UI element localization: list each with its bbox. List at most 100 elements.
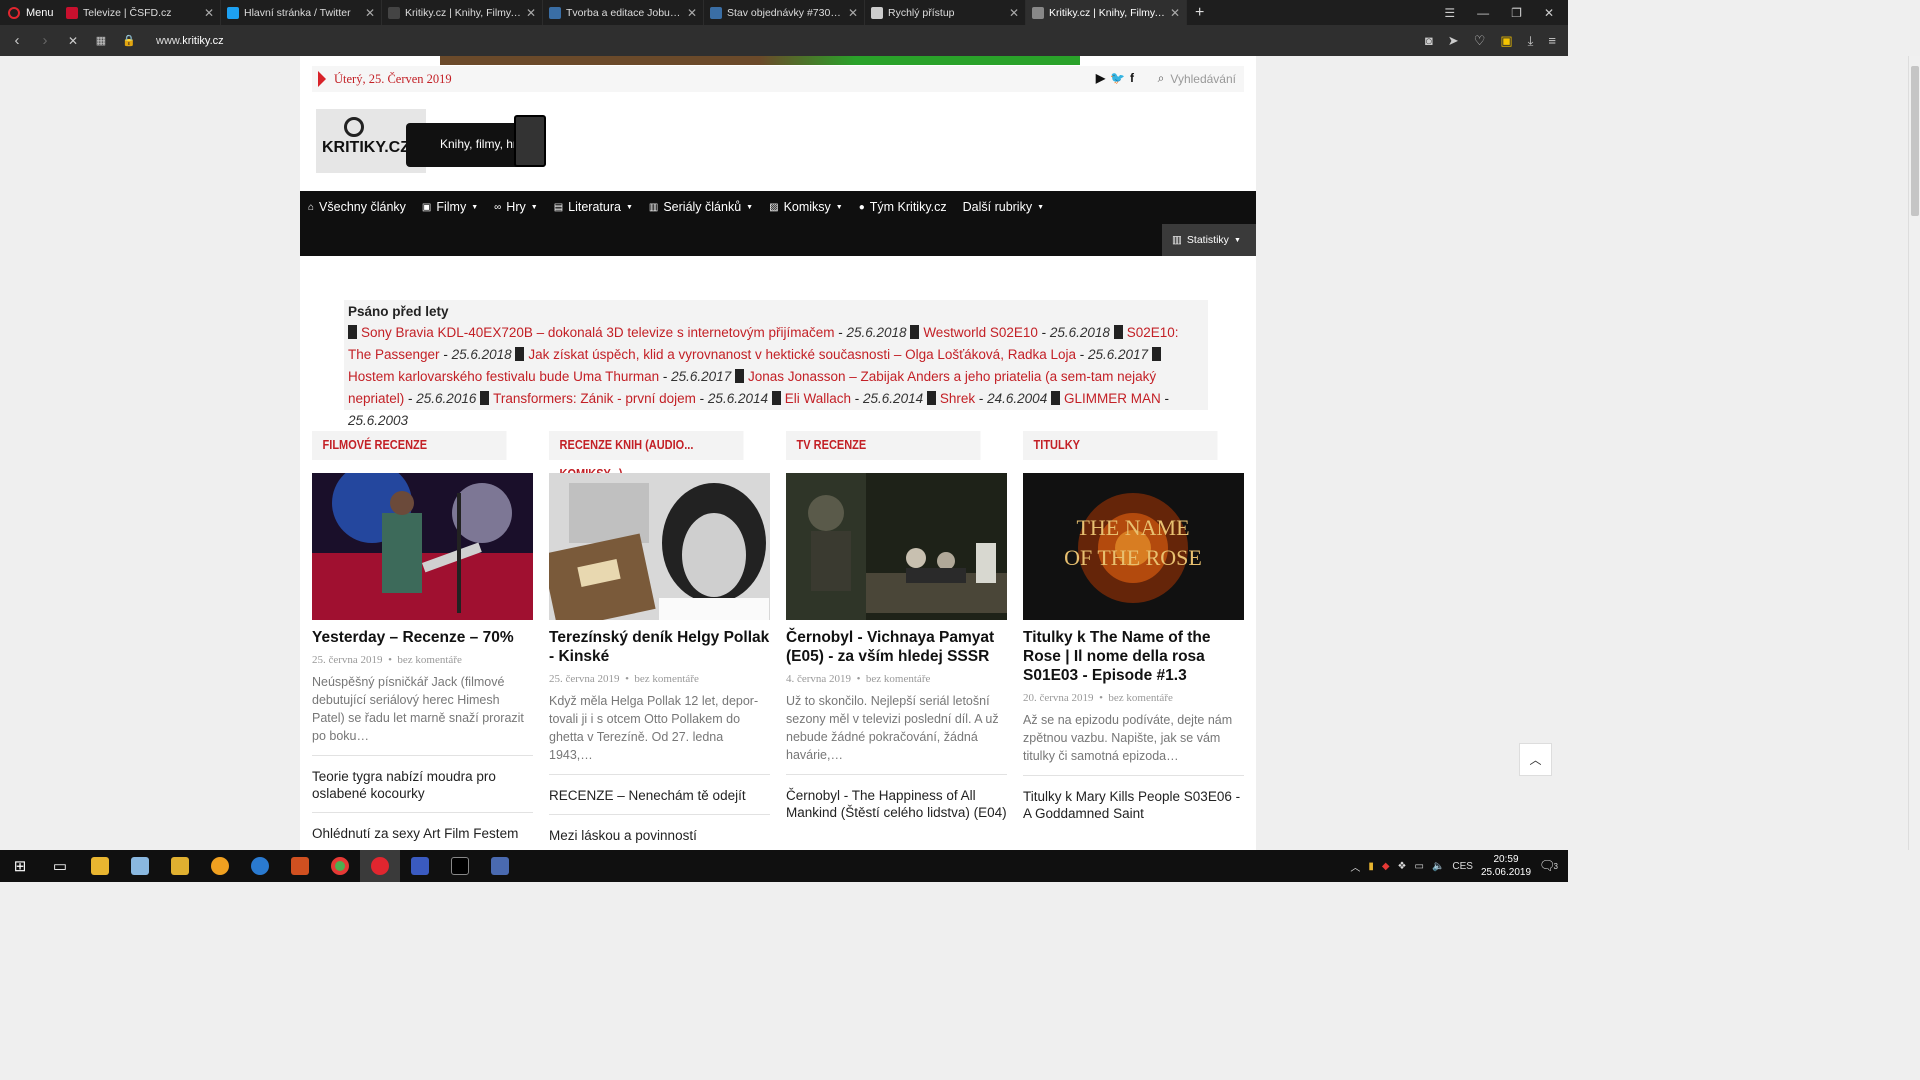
minimize-button[interactable]: — — [1477, 6, 1489, 20]
new-tab-button[interactable]: + — [1187, 4, 1212, 22]
clock[interactable]: 20:59 25.06.2019 — [1481, 853, 1531, 879]
top-banner-ad[interactable] — [440, 56, 1080, 65]
nav-item[interactable]: ● Tým Kritiky.cz — [859, 200, 947, 214]
column-heading[interactable]: Recenze knih (audio... komiksy...) — [549, 431, 744, 481]
browser-tab[interactable]: Rychlý přístup ✕ — [865, 0, 1026, 25]
site-search[interactable]: ⌕ Vyhledávání — [1158, 71, 1236, 86]
related-article[interactable]: Ohlédnutí za sexy Art Film Festem — [312, 812, 533, 842]
forward-icon[interactable]: › — [38, 32, 52, 49]
close-tab-icon[interactable]: ✕ — [848, 6, 858, 20]
psano-link[interactable]: GLIMMER MAN — [1064, 391, 1161, 406]
nav-item[interactable]: ∞ Hry ▼ — [494, 200, 538, 214]
related-article[interactable]: RECENZE – Nenechám tě odejít — [549, 774, 770, 804]
taskbar-chrome[interactable] — [320, 850, 360, 882]
article-comments[interactable]: bez komentáře — [634, 673, 698, 685]
article-thumbnail[interactable] — [549, 473, 770, 620]
article-thumbnail[interactable] — [786, 473, 1007, 620]
opera-menu-button[interactable]: Menu — [0, 0, 60, 25]
article-title[interactable]: Yesterday – Recenze – 70% — [312, 628, 533, 647]
related-article[interactable]: Černobyl - The Happiness of All Mankind … — [786, 774, 1007, 821]
browser-tab[interactable]: Stav objednávky #73013 - : ✕ — [704, 0, 865, 25]
close-window-button[interactable]: ✕ — [1544, 6, 1554, 20]
speed-dial-icon[interactable]: ▦ — [94, 34, 108, 47]
taskbar-app-tools[interactable] — [160, 850, 200, 882]
column-heading[interactable]: TV recenze — [786, 431, 981, 460]
heart-icon[interactable]: ♡ — [1474, 33, 1486, 49]
scrollbar-thumb[interactable] — [1911, 66, 1919, 216]
tray-expand-icon[interactable]: ︿ — [1350, 859, 1360, 874]
taskbar-opera[interactable] — [360, 850, 400, 882]
article-title[interactable]: Černobyl - Vichnaya Pamyat (E05) - za vš… — [786, 628, 1007, 666]
tab-menu-icon[interactable]: ☰ — [1444, 6, 1455, 20]
close-tab-icon[interactable]: ✕ — [365, 6, 375, 20]
nav-item-statistiky[interactable]: ▥ Statistiky ▼ — [1162, 224, 1256, 256]
youtube-icon[interactable]: ▶ — [1096, 71, 1105, 85]
close-tab-icon[interactable]: ✕ — [687, 6, 697, 20]
stop-loading-icon[interactable]: ✕ — [66, 34, 80, 48]
taskbar-app-blue[interactable] — [240, 850, 280, 882]
psano-link[interactable]: Shrek — [940, 391, 975, 406]
restore-button[interactable]: ❐ — [1511, 6, 1522, 20]
browser-tab[interactable]: Televize | ČSFD.cz ✕ — [60, 0, 221, 25]
download-icon[interactable]: ⤓ — [1528, 33, 1534, 49]
nav-item[interactable]: ▣ Filmy ▼ — [422, 200, 478, 214]
back-icon[interactable]: ‹ — [10, 32, 24, 49]
close-tab-icon[interactable]: ✕ — [526, 6, 536, 20]
related-article[interactable]: Mezi láskou a povinností — [549, 814, 770, 844]
taskbar-terminal[interactable] — [440, 850, 480, 882]
related-article[interactable]: Teorie tygra nabízí moudra pro oslabené … — [312, 755, 533, 802]
browser-tab[interactable]: Hlavní stránka / Twitter ✕ — [221, 0, 382, 25]
back-to-top-button[interactable]: ︿ — [1519, 743, 1552, 776]
close-tab-icon[interactable]: ✕ — [1170, 6, 1180, 20]
url-field[interactable]: www.kritiky.cz — [156, 35, 224, 47]
snapshot-icon[interactable]: ◙ — [1425, 33, 1433, 48]
easy-setup-icon[interactable]: ≡ — [1548, 33, 1556, 48]
psano-link[interactable]: Sony Bravia KDL-40EX720B – dokonalá 3D t… — [361, 325, 834, 340]
column-heading[interactable]: Titulky — [1023, 431, 1218, 460]
nav-item[interactable]: Další rubriky ▼ — [963, 200, 1044, 214]
browser-tab[interactable]: Tvorba a editace Jobu - Sto ✕ — [543, 0, 704, 25]
psano-link[interactable]: Jak získat úspěch, klid a vyrovnanost v … — [528, 347, 1076, 362]
psano-link[interactable]: Westworld S02E10 — [923, 325, 1038, 340]
tray-folder-icon[interactable]: ▮ — [1368, 861, 1374, 872]
taskbar-explorer[interactable] — [80, 850, 120, 882]
browser-tab[interactable]: Kritiky.cz | Knihy, Filmy, Hry ✕ — [1026, 0, 1187, 25]
taskbar-app-sun[interactable] — [200, 850, 240, 882]
psano-link[interactable]: Hostem karlovarského festivalu bude Uma … — [348, 369, 659, 384]
dropbox-icon[interactable]: ❖ — [1398, 861, 1407, 872]
column-heading[interactable]: Filmové recenze — [312, 431, 507, 460]
task-view-button[interactable]: ▭ — [40, 850, 80, 882]
site-logo[interactable]: KRITIKY.CZ Knihy, filmy, hry.. — [316, 109, 546, 173]
send-icon[interactable]: ➤ — [1448, 33, 1459, 49]
taskbar-app-notepad[interactable] — [120, 850, 160, 882]
related-article[interactable]: Titulky k Mary Kills People S03E06 - A G… — [1023, 775, 1244, 822]
search-input[interactable]: Vyhledávání — [1170, 72, 1236, 86]
article-comments[interactable]: bez komentáře — [397, 654, 461, 666]
extension-icon[interactable]: ▣ — [1500, 33, 1512, 49]
nav-item[interactable]: ▨ Komiksy ▼ — [769, 200, 843, 214]
browser-tab[interactable]: Kritiky.cz | Knihy, Filmy, Hry ✕ — [382, 0, 543, 25]
facebook-icon[interactable]: f — [1130, 71, 1134, 85]
article-thumbnail[interactable] — [312, 473, 533, 620]
close-tab-icon[interactable]: ✕ — [204, 6, 214, 20]
lock-icon[interactable]: 🔒 — [122, 34, 136, 47]
article-title[interactable]: Terezínský deník Helgy Pollak - Kinské — [549, 628, 770, 666]
nav-item[interactable]: ▥ Seriály článků ▼ — [649, 200, 753, 214]
nav-item[interactable]: ▤ Literatura ▼ — [554, 200, 633, 214]
psano-link[interactable]: Eli Wallach — [785, 391, 851, 406]
article-comments[interactable]: bez komentáře — [1108, 692, 1172, 704]
start-button[interactable]: ⊞ — [0, 850, 40, 882]
nav-item[interactable]: ⌂ Všechny články — [308, 200, 406, 214]
psano-link[interactable]: Transformers: Zánik - první dojem — [493, 391, 696, 406]
twitter-icon[interactable]: 🐦 — [1110, 71, 1125, 85]
close-tab-icon[interactable]: ✕ — [1009, 6, 1019, 20]
taskbar-app-image[interactable] — [480, 850, 520, 882]
article-thumbnail[interactable]: THE NAME OF THE ROSE — [1023, 473, 1244, 620]
article-title[interactable]: Titulky k The Name of the Rose | Il nome… — [1023, 628, 1244, 685]
tray-app-icon[interactable]: ◆ — [1382, 861, 1390, 872]
article-comments[interactable]: bez komentáře — [866, 673, 930, 685]
taskbar-app-speaker[interactable] — [280, 850, 320, 882]
page-scrollbar[interactable] — [1908, 56, 1920, 850]
language-indicator[interactable]: CES — [1452, 861, 1473, 872]
volume-icon[interactable]: 🔈 — [1432, 861, 1444, 872]
